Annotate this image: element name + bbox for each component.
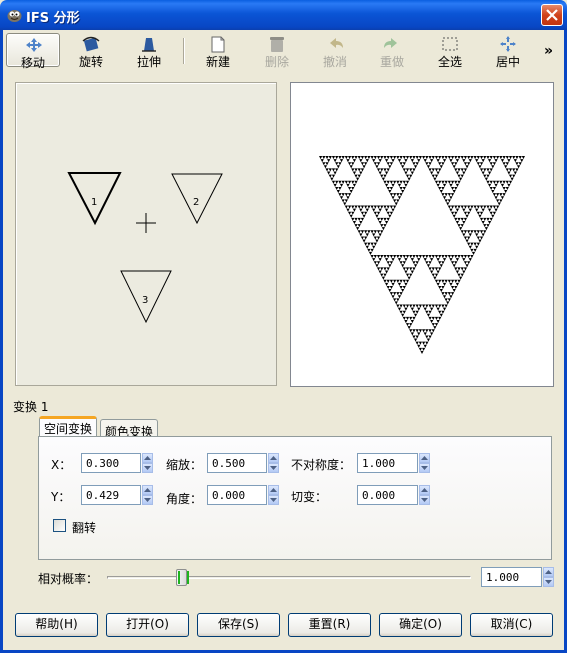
move-tool-label: 移动 bbox=[20, 56, 45, 70]
cancel-button[interactable]: 取消(C) bbox=[470, 613, 553, 637]
save-button[interactable]: 保存(S) bbox=[197, 613, 280, 637]
x-down-arrow[interactable] bbox=[142, 463, 153, 473]
angle-down-arrow[interactable] bbox=[268, 495, 279, 505]
transform-label-3: 3 bbox=[142, 295, 148, 306]
design-area[interactable]: 1 2 3 bbox=[15, 82, 277, 386]
transform-label-2: 2 bbox=[193, 197, 199, 208]
transform-label-1: 1 bbox=[91, 197, 97, 208]
new-button[interactable]: 新建 bbox=[196, 33, 240, 69]
y-up-arrow[interactable] bbox=[142, 485, 153, 495]
probability-up-arrow[interactable] bbox=[543, 567, 554, 577]
probability-label: 相对概率： bbox=[38, 572, 99, 586]
redo-icon bbox=[384, 38, 397, 48]
asymmetry-up-arrow[interactable] bbox=[419, 453, 430, 463]
flip-label[interactable]: 翻转 bbox=[72, 519, 96, 536]
asymmetry-down-arrow[interactable] bbox=[419, 463, 430, 473]
fractal-shape bbox=[319, 156, 525, 354]
reset-button[interactable]: 重置(R) bbox=[288, 613, 371, 637]
rotate-tool-button[interactable]: 旋转 bbox=[66, 33, 116, 69]
delete-button[interactable]: 删除 bbox=[255, 33, 299, 69]
move-icon bbox=[26, 38, 42, 52]
toolbar-separator bbox=[183, 38, 185, 64]
design-canvas[interactable]: 1 2 3 bbox=[16, 83, 278, 387]
select-all-button[interactable]: 全选 bbox=[428, 33, 472, 69]
scale-input[interactable] bbox=[207, 453, 267, 473]
scale-label: 缩放： bbox=[166, 458, 203, 472]
select-all-label: 全选 bbox=[437, 55, 462, 69]
x-label: X： bbox=[51, 458, 72, 472]
redo-button[interactable]: 重做 bbox=[370, 33, 414, 69]
select-all-icon bbox=[442, 37, 458, 51]
probability-down-arrow[interactable] bbox=[543, 577, 554, 587]
center-button[interactable]: 居中 bbox=[486, 33, 530, 69]
y-down-arrow[interactable] bbox=[142, 495, 153, 505]
preview-area bbox=[290, 82, 554, 387]
transform-label: 变换 1 bbox=[13, 400, 49, 414]
undo-label: 撤消 bbox=[322, 55, 347, 69]
probability-slider-track[interactable] bbox=[107, 576, 471, 579]
center-icon bbox=[500, 36, 516, 52]
scale-up-arrow[interactable] bbox=[268, 453, 279, 463]
angle-label: 角度： bbox=[166, 492, 203, 506]
center-label: 居中 bbox=[495, 55, 520, 69]
help-button[interactable]: 帮助(H) bbox=[15, 613, 98, 637]
probability-slider-thumb[interactable] bbox=[176, 569, 189, 586]
x-input[interactable] bbox=[81, 453, 141, 473]
shear-up-arrow[interactable] bbox=[419, 485, 430, 495]
gimp-icon bbox=[7, 10, 22, 22]
flip-checkbox[interactable] bbox=[53, 519, 66, 532]
y-input[interactable] bbox=[81, 485, 141, 505]
center-crosshair[interactable] bbox=[136, 213, 156, 233]
window-title: IFS 分形 bbox=[26, 11, 80, 26]
fractal-preview bbox=[319, 156, 525, 354]
toolbar-overflow-button[interactable]: » bbox=[544, 43, 553, 59]
close-button[interactable] bbox=[541, 4, 563, 26]
move-tool-button[interactable]: 移动 bbox=[6, 33, 60, 70]
undo-button[interactable]: 撤消 bbox=[313, 33, 357, 69]
x-up-arrow[interactable] bbox=[142, 453, 153, 463]
undo-icon bbox=[330, 38, 343, 48]
scale-down-arrow[interactable] bbox=[268, 463, 279, 473]
shear-input[interactable] bbox=[357, 485, 418, 505]
shear-label: 切变： bbox=[291, 490, 328, 504]
stretch-tool-label: 拉伸 bbox=[136, 55, 161, 69]
stretch-tool-button[interactable]: 拉伸 bbox=[124, 33, 174, 69]
ok-button[interactable]: 确定(O) bbox=[379, 613, 462, 637]
shear-down-arrow[interactable] bbox=[419, 495, 430, 505]
rotate-icon bbox=[82, 36, 100, 52]
trash-icon bbox=[270, 37, 284, 52]
rotate-tool-label: 旋转 bbox=[78, 55, 103, 69]
open-button[interactable]: 打开(O) bbox=[106, 613, 189, 637]
new-label: 新建 bbox=[205, 55, 230, 69]
close-icon bbox=[546, 9, 558, 21]
title-bar: IFS 分形 bbox=[0, 0, 567, 30]
redo-label: 重做 bbox=[379, 55, 404, 69]
probability-input[interactable] bbox=[481, 567, 542, 587]
asymmetry-input[interactable] bbox=[357, 453, 418, 473]
stretch-icon bbox=[142, 38, 156, 52]
new-document-icon bbox=[211, 36, 225, 53]
angle-up-arrow[interactable] bbox=[268, 485, 279, 495]
angle-input[interactable] bbox=[207, 485, 267, 505]
y-label: Y： bbox=[51, 490, 71, 504]
asymmetry-label: 不对称度： bbox=[291, 458, 352, 472]
delete-label: 删除 bbox=[264, 55, 289, 69]
